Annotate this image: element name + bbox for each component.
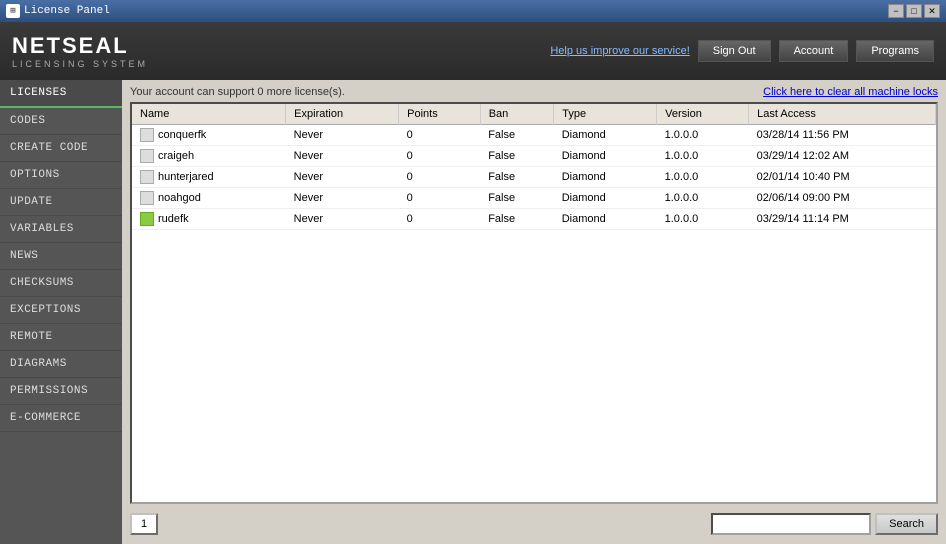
- table-row[interactable]: craigeh Never 0 False Diamond 1.0.0.0 03…: [132, 146, 936, 167]
- cell-last-access: 03/29/14 11:14 PM: [749, 209, 936, 230]
- cell-points: 0: [399, 167, 481, 188]
- col-header-last-access: Last Access: [749, 104, 936, 125]
- sidebar-item-diagrams[interactable]: DIAGRAMS: [0, 351, 122, 378]
- cell-points: 0: [399, 209, 481, 230]
- bottom-bar: 1 Search: [130, 510, 938, 538]
- sidebar-item-news[interactable]: NEWS: [0, 243, 122, 270]
- sidebar-item-permissions[interactable]: PERMISSIONS: [0, 378, 122, 405]
- col-header-name: Name: [132, 104, 286, 125]
- cell-version: 1.0.0.0: [657, 188, 749, 209]
- content-area: Your account can support 0 more license(…: [122, 80, 946, 544]
- col-header-version: Version: [657, 104, 749, 125]
- table-row[interactable]: conquerfk Never 0 False Diamond 1.0.0.0 …: [132, 125, 936, 146]
- header-right: Help us improve our service! Sign Out Ac…: [550, 40, 934, 62]
- table-row[interactable]: noahgod Never 0 False Diamond 1.0.0.0 02…: [132, 188, 936, 209]
- cell-points: 0: [399, 125, 481, 146]
- cell-type: Diamond: [554, 125, 657, 146]
- content-header: Your account can support 0 more license(…: [130, 86, 938, 98]
- close-button[interactable]: ✕: [924, 4, 940, 18]
- sidebar-item-exceptions[interactable]: EXCEPTIONS: [0, 297, 122, 324]
- app-icon: ⊞: [6, 4, 20, 18]
- maximize-button[interactable]: □: [906, 4, 922, 18]
- title-bar: ⊞ License Panel − □ ✕: [0, 0, 946, 22]
- cell-version: 1.0.0.0: [657, 167, 749, 188]
- col-header-ban: Ban: [480, 104, 554, 125]
- row-status-icon: [140, 128, 154, 142]
- cell-ban: False: [480, 209, 554, 230]
- sidebar-item-checksums[interactable]: CHECKSUMS: [0, 270, 122, 297]
- cell-ban: False: [480, 167, 554, 188]
- row-status-icon: [140, 170, 154, 184]
- brand: NETSEAL LICENSING SYSTEM: [12, 33, 148, 69]
- cell-expiration: Never: [286, 146, 399, 167]
- clear-locks-link[interactable]: Click here to clear all machine locks: [763, 86, 938, 98]
- sidebar-item-codes[interactable]: CODES: [0, 108, 122, 135]
- table-row[interactable]: hunterjared Never 0 False Diamond 1.0.0.…: [132, 167, 936, 188]
- sidebar-item-options[interactable]: OPTIONS: [0, 162, 122, 189]
- col-header-points: Points: [399, 104, 481, 125]
- cell-name: craigeh: [132, 146, 286, 167]
- search-area: Search: [711, 513, 938, 535]
- programs-button[interactable]: Programs: [856, 40, 934, 62]
- cell-type: Diamond: [554, 209, 657, 230]
- cell-version: 1.0.0.0: [657, 146, 749, 167]
- table-row[interactable]: rudefk Never 0 False Diamond 1.0.0.0 03/…: [132, 209, 936, 230]
- title-bar-text: License Panel: [24, 5, 110, 17]
- col-header-type: Type: [554, 104, 657, 125]
- cell-name: hunterjared: [132, 167, 286, 188]
- sidebar-item-licenses[interactable]: LICENSES: [0, 80, 122, 108]
- cell-last-access: 03/28/14 11:56 PM: [749, 125, 936, 146]
- cell-ban: False: [480, 146, 554, 167]
- cell-last-access: 02/01/14 10:40 PM: [749, 167, 936, 188]
- sidebar-item-update[interactable]: UPDATE: [0, 189, 122, 216]
- licenses-table-container: Name Expiration Points Ban Type Version …: [130, 102, 938, 504]
- licenses-table: Name Expiration Points Ban Type Version …: [132, 104, 936, 230]
- cell-expiration: Never: [286, 188, 399, 209]
- cell-type: Diamond: [554, 146, 657, 167]
- cell-points: 0: [399, 188, 481, 209]
- title-bar-left: ⊞ License Panel: [6, 4, 110, 18]
- cell-expiration: Never: [286, 209, 399, 230]
- col-header-expiration: Expiration: [286, 104, 399, 125]
- title-bar-controls: − □ ✕: [888, 4, 940, 18]
- cell-last-access: 03/29/14 12:02 AM: [749, 146, 936, 167]
- sidebar-item-remote[interactable]: REMOTE: [0, 324, 122, 351]
- cell-version: 1.0.0.0: [657, 209, 749, 230]
- cell-ban: False: [480, 188, 554, 209]
- cell-points: 0: [399, 146, 481, 167]
- help-link[interactable]: Help us improve our service!: [550, 45, 689, 57]
- header: NETSEAL LICENSING SYSTEM Help us improve…: [0, 22, 946, 80]
- cell-ban: False: [480, 125, 554, 146]
- cell-last-access: 02/06/14 09:00 PM: [749, 188, 936, 209]
- account-message: Your account can support 0 more license(…: [130, 86, 345, 98]
- brand-name: NETSEAL: [12, 33, 148, 59]
- account-button[interactable]: Account: [779, 40, 849, 62]
- sidebar-item-ecommerce[interactable]: E-COMMERCE: [0, 405, 122, 432]
- page-1-button[interactable]: 1: [130, 513, 158, 535]
- search-input[interactable]: [711, 513, 871, 535]
- table-header-row: Name Expiration Points Ban Type Version …: [132, 104, 936, 125]
- cell-type: Diamond: [554, 167, 657, 188]
- sidebar-item-create-code[interactable]: CREATE CODE: [0, 135, 122, 162]
- cell-name: rudefk: [132, 209, 286, 230]
- cell-expiration: Never: [286, 125, 399, 146]
- row-status-icon: [140, 212, 154, 226]
- cell-expiration: Never: [286, 167, 399, 188]
- sign-out-button[interactable]: Sign Out: [698, 40, 771, 62]
- row-status-icon: [140, 149, 154, 163]
- cell-type: Diamond: [554, 188, 657, 209]
- row-status-icon: [140, 191, 154, 205]
- sidebar: LICENSES CODES CREATE CODE OPTIONS UPDAT…: [0, 80, 122, 544]
- sidebar-item-variables[interactable]: VARIABLES: [0, 216, 122, 243]
- cell-name: noahgod: [132, 188, 286, 209]
- brand-subtitle: LICENSING SYSTEM: [12, 59, 148, 69]
- search-button[interactable]: Search: [875, 513, 938, 535]
- main-layout: LICENSES CODES CREATE CODE OPTIONS UPDAT…: [0, 80, 946, 544]
- cell-version: 1.0.0.0: [657, 125, 749, 146]
- minimize-button[interactable]: −: [888, 4, 904, 18]
- cell-name: conquerfk: [132, 125, 286, 146]
